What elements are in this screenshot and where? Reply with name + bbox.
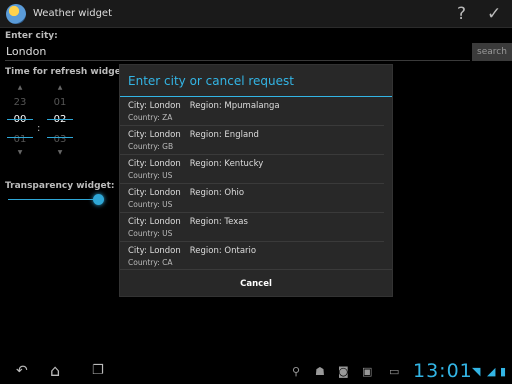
country-text: Country: US (128, 171, 173, 180)
city-text: City: London (128, 130, 181, 140)
weather-app-icon (6, 3, 26, 24)
country-text: Country: GB (128, 142, 174, 151)
list-item[interactable]: City: London Region: Mpumalanga Country: … (120, 97, 384, 126)
dialog-title: Enter city or cancel request (120, 65, 392, 97)
region-text: Region: Mpumalanga (189, 101, 280, 111)
list-item[interactable]: City: London Region: Ohio Country: US (120, 184, 384, 213)
country-text: Country: ZA (128, 113, 173, 122)
region-text: Region: Ontario (189, 246, 257, 256)
action-bar: Weather widget ? ✓ (0, 0, 512, 28)
list-item[interactable]: City: London Region: England Country: GB (120, 126, 384, 155)
city-input[interactable]: London (5, 43, 470, 61)
refresh-time-label: Time for refresh widget: (5, 67, 129, 77)
hour-prev-value[interactable]: 23 (7, 97, 33, 108)
city-label: Enter city: (5, 31, 58, 41)
battery-icon: ▮ (500, 365, 507, 378)
transparency-slider-thumb[interactable] (93, 194, 104, 205)
usb-icon: ⚲ (292, 365, 301, 378)
city-text: City: London (128, 246, 181, 256)
search-button[interactable]: search (472, 43, 512, 61)
minute-up-arrow-icon[interactable]: ▲ (47, 84, 73, 91)
cancel-button[interactable]: Cancel (120, 269, 392, 298)
region-text: Region: Ohio (189, 188, 245, 198)
question-mark-icon[interactable]: ? (457, 4, 466, 24)
minute-selection-divider (47, 119, 73, 120)
notification-icon: ▭ (389, 365, 400, 378)
wifi-icon: ◥ (472, 365, 481, 378)
app-title: Weather widget (33, 8, 113, 19)
country-text: Country: US (128, 229, 173, 238)
minute-next-value[interactable]: 03 (47, 134, 73, 145)
city-text: City: London (128, 159, 181, 169)
checkmark-icon[interactable]: ✓ (487, 4, 501, 24)
minute-prev-value[interactable]: 01 (47, 97, 73, 108)
recent-apps-icon[interactable]: ❐ (92, 363, 104, 378)
region-text: Region: England (189, 130, 259, 140)
android-debug-icon: ☗ (315, 365, 325, 378)
city-text: City: London (128, 101, 181, 111)
minute-selection-divider (47, 137, 73, 138)
minute-picker[interactable]: ▲ 01 02 03 ▼ (47, 84, 73, 156)
camera-icon: ◙ (338, 365, 349, 378)
transparency-label: Transparency widget: (5, 181, 115, 191)
signal-icon: ◢ (487, 365, 496, 378)
hour-selection-divider (7, 137, 33, 138)
transparency-slider-track[interactable] (8, 199, 100, 200)
status-clock: 13:01 (413, 360, 473, 382)
hour-selection-divider (7, 119, 33, 120)
list-item[interactable]: City: London Region: Ontario Country: CA (120, 242, 384, 269)
region-text: Region: Kentucky (189, 159, 264, 169)
gallery-icon: ▣ (362, 365, 373, 378)
city-text: City: London (128, 217, 181, 227)
city-result-list[interactable]: City: London Region: Mpumalanga Country: … (120, 97, 392, 269)
list-item[interactable]: City: London Region: Texas Country: US (120, 213, 384, 242)
country-text: Country: CA (128, 258, 173, 267)
list-item[interactable]: City: London Region: Kentucky Country: US (120, 155, 384, 184)
back-icon[interactable]: ↶ (16, 363, 28, 379)
time-separator: : (37, 123, 41, 134)
minute-down-arrow-icon[interactable]: ▼ (47, 149, 73, 156)
city-select-dialog: Enter city or cancel request City: Londo… (119, 64, 393, 297)
region-text: Region: Texas (189, 217, 248, 227)
system-navigation-bar: ↶ ⌂ ❐ ⚲ ☗ ◙ ▣ ▭ 13:01 ◥ ◢ ▮ (0, 360, 512, 384)
hour-next-value[interactable]: 01 (7, 134, 33, 145)
hour-picker[interactable]: ▲ 23 00 01 ▼ (7, 84, 33, 156)
country-text: Country: US (128, 200, 173, 209)
hour-up-arrow-icon[interactable]: ▲ (7, 84, 33, 91)
hour-down-arrow-icon[interactable]: ▼ (7, 149, 33, 156)
city-text: City: London (128, 188, 181, 198)
home-icon[interactable]: ⌂ (50, 361, 60, 380)
